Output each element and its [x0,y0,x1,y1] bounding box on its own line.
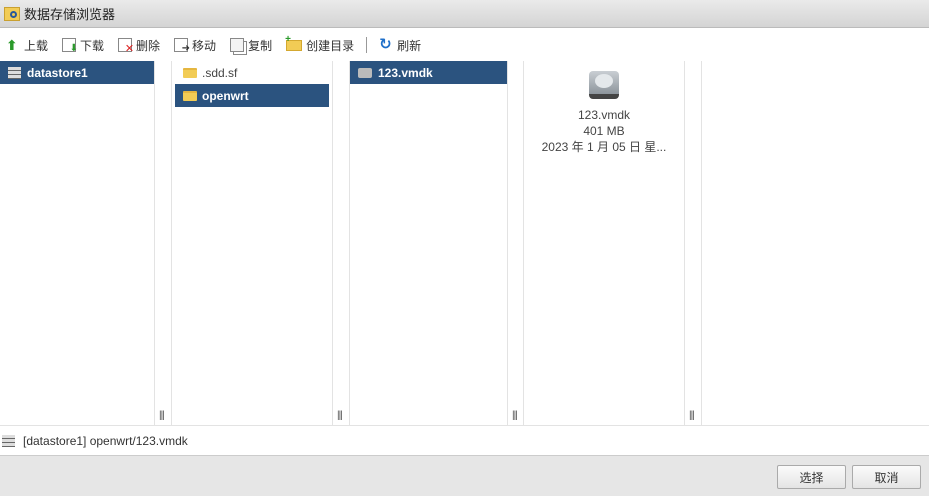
file-column: 123.vmdk [350,61,508,425]
column-resize-handle[interactable]: ||| [685,61,702,425]
list-item-datastore1[interactable]: datastore1 [0,61,154,84]
status-bar: [datastore1] openwrt/123.vmdk [0,425,929,455]
file-preview: 123.vmdk 401 MB 2023 年 1 月 05 日 星... [524,61,685,425]
column-resize-handle[interactable]: ||| [508,61,524,425]
preview-date: 2023 年 1 月 05 日 星... [541,140,667,154]
datastore-icon [2,434,15,447]
cancel-button[interactable]: 取消 [852,465,921,489]
move-file-icon: ➜ [174,38,190,54]
selected-path: [datastore1] openwrt/123.vmdk [23,433,188,448]
upload-button[interactable]: ⬆ 上载 [6,37,48,54]
folder-icon [183,90,197,101]
datastore-column: datastore1 [0,61,155,425]
copy-button[interactable]: 复制 [230,37,272,54]
folder-icon [183,67,197,78]
new-folder-icon: + [285,34,303,51]
title-bar: 数据存储浏览器 [0,0,929,28]
preview-name: 123.vmdk [577,108,631,122]
select-button[interactable]: 选择 [777,465,846,489]
toolbar-separator [366,37,368,53]
download-file-icon: ⬇ [62,38,78,54]
download-button[interactable]: ⬇ 下载 [62,37,104,54]
move-button[interactable]: ➜ 移动 [174,37,216,54]
window-title: 数据存储浏览器 [24,7,116,22]
column-resize-handle[interactable]: ||| [333,61,350,425]
list-item-sdd-sf[interactable]: .sdd.sf [175,61,329,84]
copy-icon [230,38,245,52]
delete-file-icon: ✕ [118,38,134,55]
list-item-123-vmdk[interactable]: 123.vmdk [350,61,507,84]
folder-column: .sdd.sf openwrt [172,61,333,425]
toolbar: ⬆ 上载 ⬇ 下载 ✕ 删除 ➜ 移动 复制 + 创建目录 ↻ 刷新 [0,29,929,61]
hard-disk-icon [589,71,619,99]
empty-column [702,61,929,425]
refresh-button[interactable]: ↻ 刷新 [379,37,421,54]
delete-button[interactable]: ✕ 删除 [118,37,160,55]
refresh-icon: ↻ [379,36,392,53]
create-folder-button[interactable]: + 创建目录 [285,34,354,54]
list-item-openwrt[interactable]: openwrt [175,84,329,107]
upload-arrow-icon: ⬆ [6,37,18,53]
preview-size: 401 MB [583,124,625,138]
column-resize-handle[interactable]: ||| [155,61,172,425]
datastore-browser-icon [4,6,20,21]
datastore-icon [8,66,21,79]
disk-icon [358,67,372,78]
dialog-footer: 选择 取消 [0,455,929,496]
